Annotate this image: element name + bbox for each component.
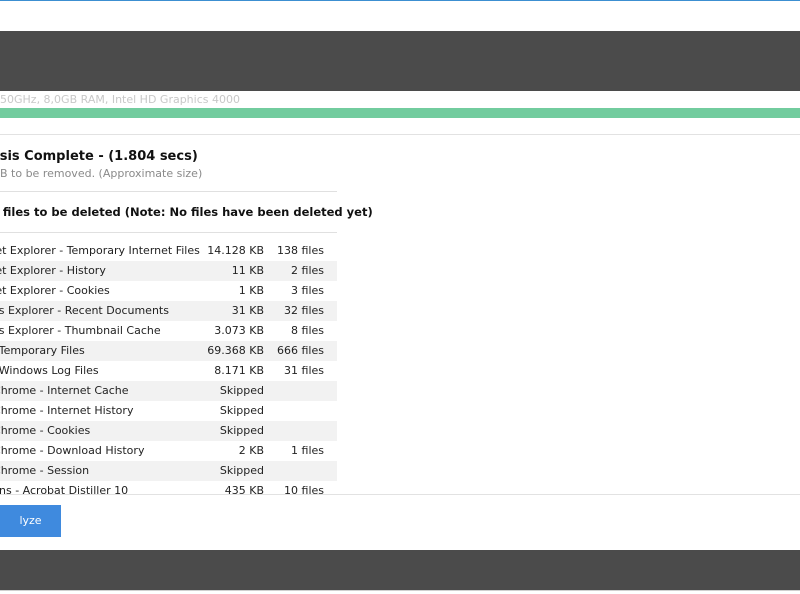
row-item-file-count: 1 files — [291, 444, 324, 457]
table-row[interactable]: tem - Windows Log Files 8.171 KB 31 files — [0, 361, 337, 381]
row-item-name: indows Explorer - Recent Documents — [0, 304, 169, 317]
row-item-name: nternet Explorer - Cookies — [0, 284, 110, 297]
row-item-name: ogle Chrome - Cookies — [0, 424, 91, 437]
row-item-file-count: 31 files — [284, 364, 324, 377]
row-item-size: 69.368 KB — [207, 344, 264, 357]
system-info-text: 50GHz, 8,0GB RAM, Intel HD Graphics 4000 — [0, 93, 240, 106]
table-row[interactable]: nternet Explorer - History 11 KB 2 files — [0, 261, 337, 281]
table-row[interactable]: indows Explorer - Thumbnail Cache 3.073 K… — [0, 321, 337, 341]
results-details-title: of files to be deleted (Note: No files h… — [0, 205, 373, 219]
table-row[interactable]: indows Explorer - Recent Documents 31 KB 3… — [0, 301, 337, 321]
table-row[interactable]: nternet Explorer - Temporary Internet Fi… — [0, 241, 337, 261]
row-item-name: ogle Chrome - Download History — [0, 444, 145, 457]
table-row[interactable]: ogle Chrome - Cookies Skipped — [0, 421, 337, 441]
row-item-file-count: 10 files — [284, 484, 324, 494]
results-divider-top — [0, 191, 337, 192]
row-item-file-count: 138 files — [277, 244, 324, 257]
table-row[interactable]: nternet Explorer - Cookies 1 KB 3 files — [0, 281, 337, 301]
progress-bar-fill — [0, 108, 800, 118]
row-item-size: 3.073 KB — [214, 324, 264, 337]
row-item-file-count: 8 files — [291, 324, 324, 337]
row-item-name: tem - Temporary Files — [0, 344, 85, 357]
row-item-file-count: 32 files — [284, 304, 324, 317]
table-row[interactable]: ogle Chrome - Internet History Skipped — [0, 401, 337, 421]
results-table[interactable]: nternet Explorer - Temporary Internet Fi… — [0, 241, 337, 494]
analyze-button[interactable]: lyze — [0, 505, 61, 537]
row-item-name: ogle Chrome - Session — [0, 464, 90, 477]
row-item-size: 31 KB — [231, 304, 264, 317]
row-item-name: tem - Windows Log Files — [0, 364, 99, 377]
row-item-size: 435 KB — [224, 484, 264, 494]
row-item-size: 11 KB — [231, 264, 264, 277]
analyze-button-label: lyze — [19, 514, 42, 527]
footer-bar — [0, 550, 800, 590]
row-item-name: nternet Explorer - History — [0, 264, 106, 277]
footer-divider — [0, 494, 800, 495]
table-row[interactable]: lications - Acrobat Distiller 10 435 KB 10… — [0, 481, 337, 494]
header-divider — [0, 134, 800, 135]
row-item-size: Skipped — [219, 384, 264, 397]
row-item-file-count: 3 files — [291, 284, 324, 297]
row-item-size: Skipped — [219, 424, 264, 437]
table-row[interactable]: ogle Chrome - Download History 2 KB 1 file… — [0, 441, 337, 461]
analysis-size-summary: 0 MB to be removed. (Approximate size) — [0, 167, 203, 180]
window-top-border — [0, 0, 800, 1]
window-bottom-border — [0, 590, 800, 594]
row-item-file-count: 666 files — [277, 344, 324, 357]
row-item-name: lications - Acrobat Distiller 10 — [0, 484, 129, 494]
table-row[interactable]: ogle Chrome - Internet Cache Skipped — [0, 381, 337, 401]
row-item-size: 8.171 KB — [214, 364, 264, 377]
analysis-progress-bar — [0, 108, 800, 118]
row-item-size: 1 KB — [238, 284, 264, 297]
results-divider-bottom — [0, 232, 337, 233]
row-item-name: ogle Chrome - Internet Cache — [0, 384, 129, 397]
row-item-size: 2 KB — [238, 444, 264, 457]
table-row[interactable]: ogle Chrome - Session Skipped — [0, 461, 337, 481]
row-item-size: Skipped — [219, 404, 264, 417]
row-item-size: Skipped — [219, 464, 264, 477]
analysis-status-heading: alysis Complete - (1.804 secs) — [0, 149, 198, 164]
row-item-size: 14.128 KB — [207, 244, 264, 257]
table-row[interactable]: tem - Temporary Files 69.368 KB 666 files — [0, 341, 337, 361]
system-info-bar: 50GHz, 8,0GB RAM, Intel HD Graphics 4000 — [0, 31, 800, 106]
row-item-name: indows Explorer - Thumbnail Cache — [0, 324, 161, 337]
row-item-file-count: 2 files — [291, 264, 324, 277]
row-item-name: nternet Explorer - Temporary Internet Fi… — [0, 244, 200, 257]
row-item-name: ogle Chrome - Internet History — [0, 404, 134, 417]
